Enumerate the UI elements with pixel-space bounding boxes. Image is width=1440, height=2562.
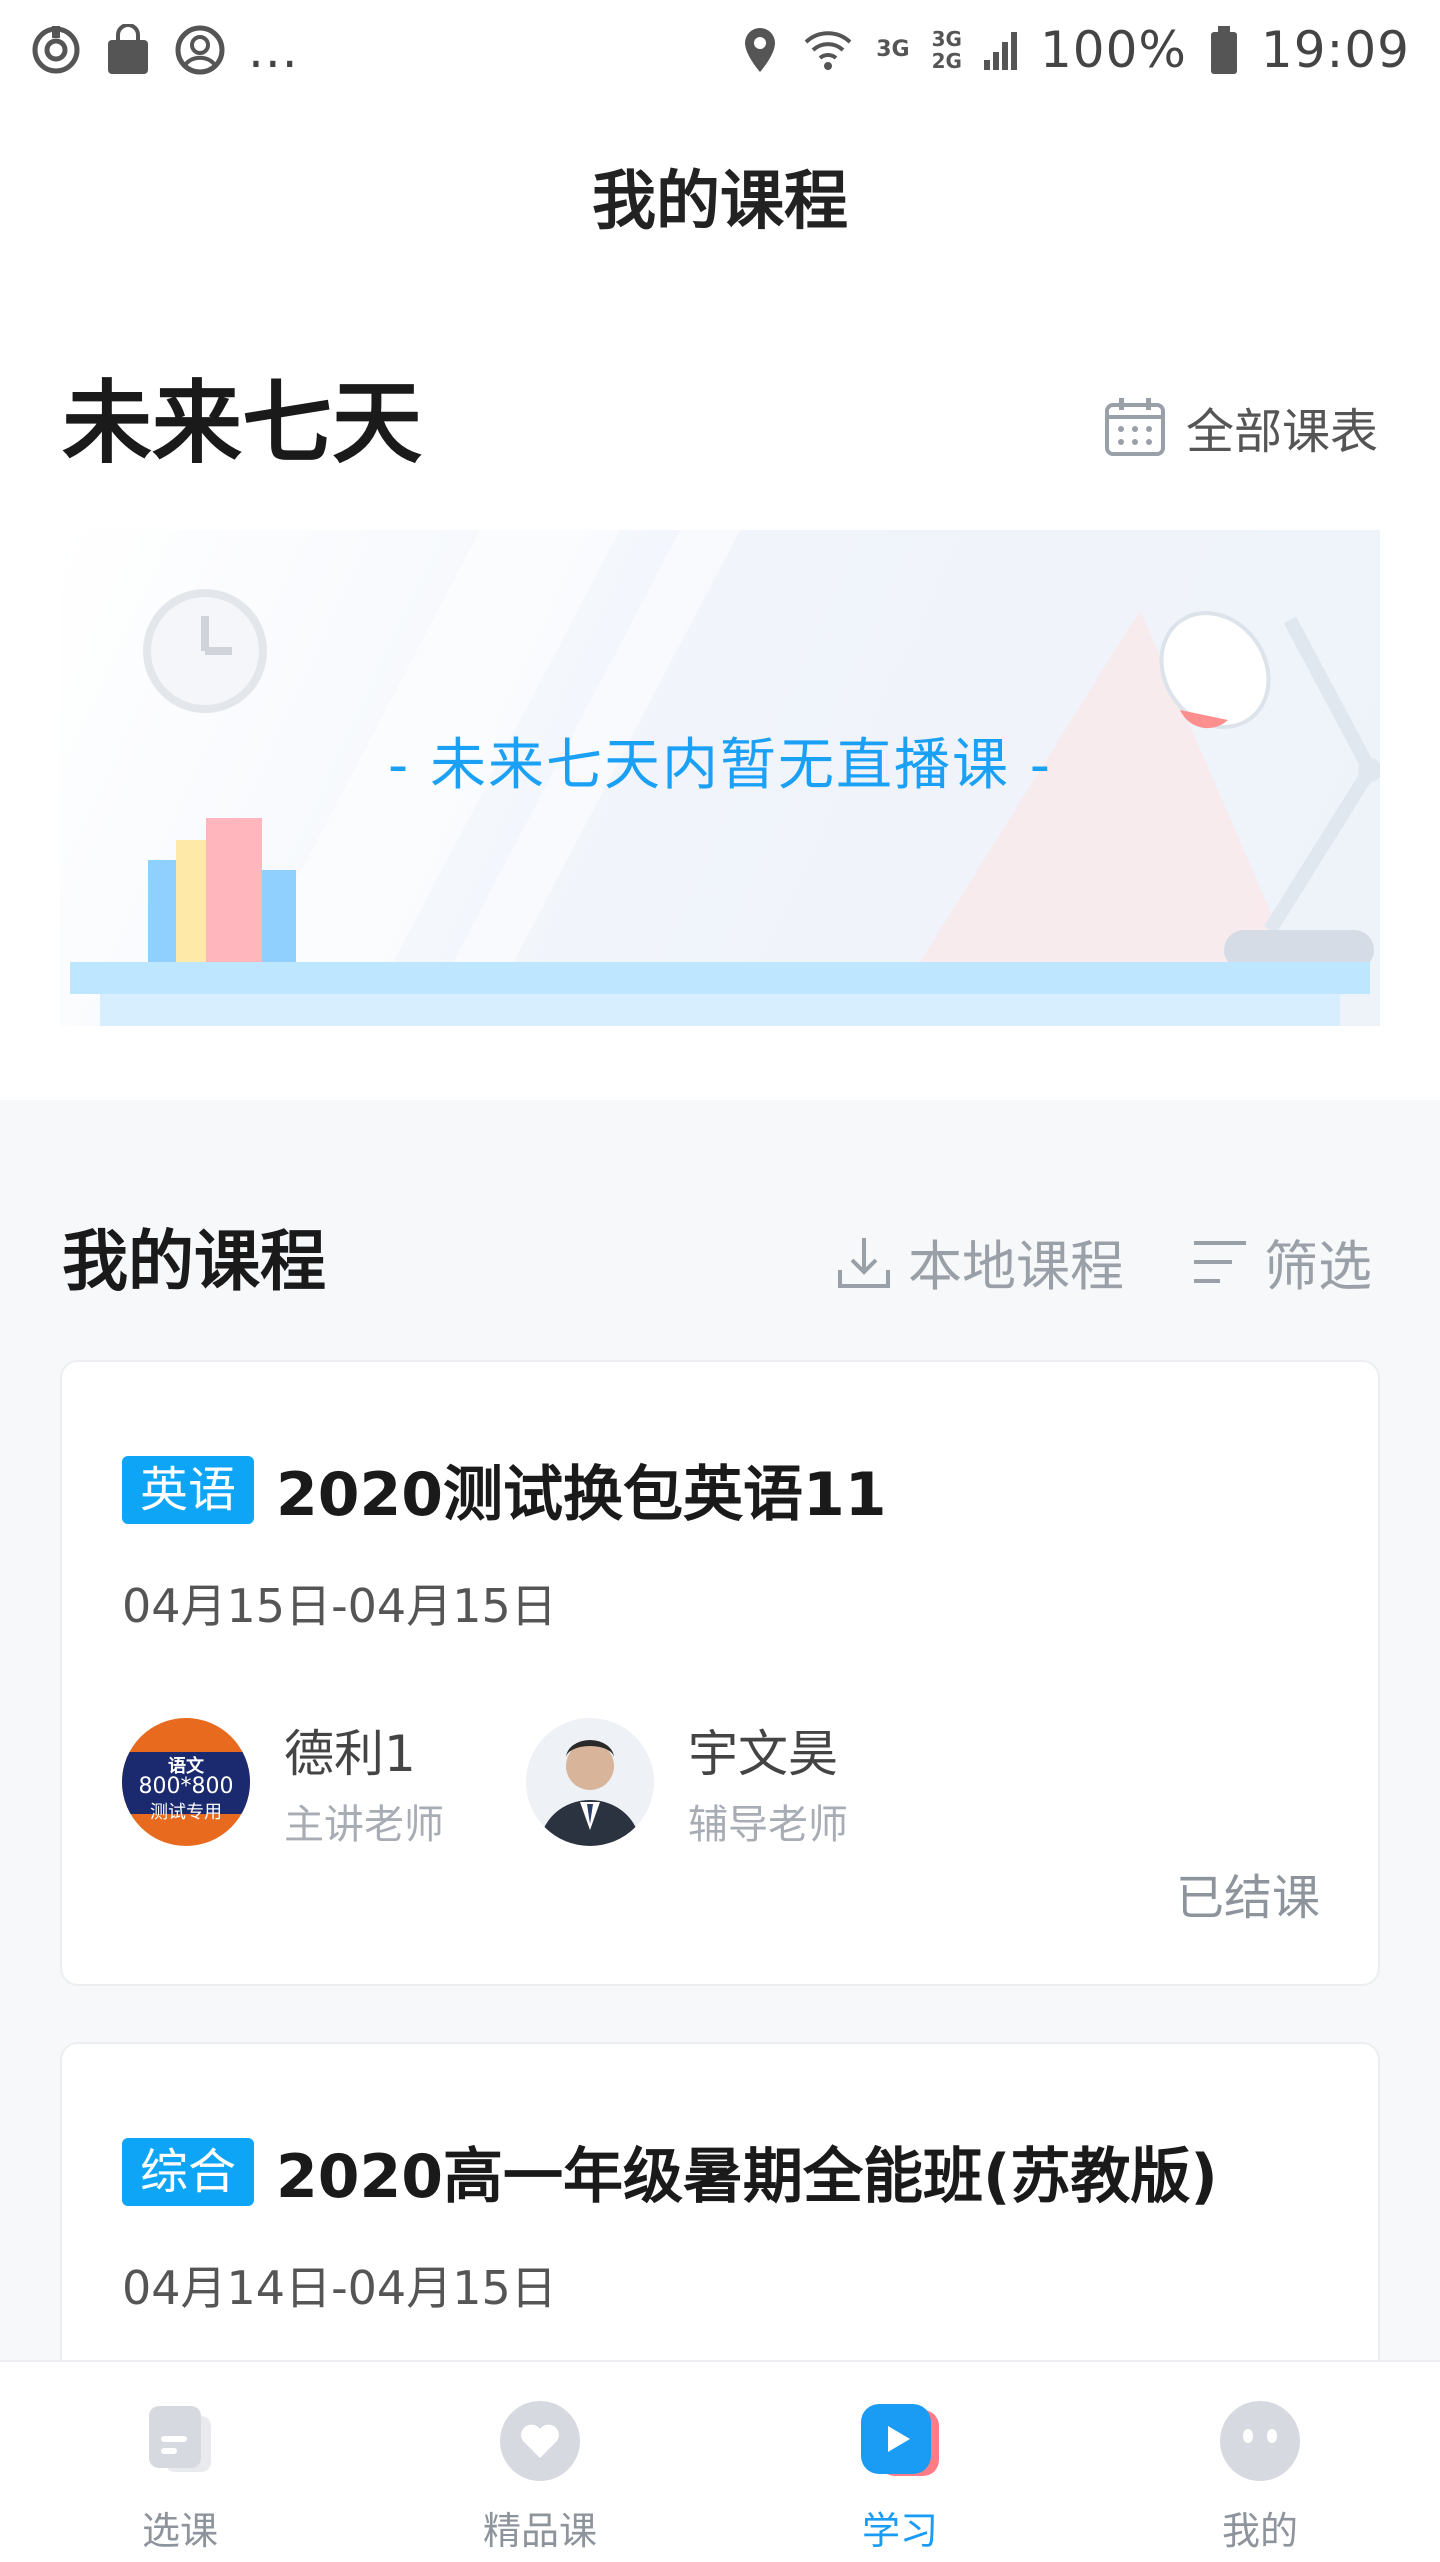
course-title: 2020测试换包英语11	[276, 1460, 887, 1530]
filter-icon	[1194, 1240, 1246, 1283]
teacher-role: 主讲老师	[284, 1802, 444, 1848]
teacher-info: 宇文昊 辅导老师	[688, 1714, 848, 1850]
teacher-tutor: 宇文昊 辅导老师	[526, 1714, 848, 1850]
avatar	[526, 1718, 654, 1846]
filter-label: 筛选	[1264, 1235, 1372, 1298]
download-icon	[838, 1237, 890, 1288]
course-status: 已结课	[1175, 1870, 1320, 1926]
upcoming-heading: 未来七天	[62, 371, 422, 476]
course-title: 2020高一年级暑期全能班(苏教版)	[276, 2142, 1218, 2212]
network-type-1: 3G	[876, 37, 910, 62]
nav-item-premium[interactable]: 精品课	[360, 2362, 720, 2562]
filter-button[interactable]: 筛选	[1192, 1222, 1372, 1301]
account-icon	[175, 25, 225, 75]
nav-item-study[interactable]: 学习	[720, 2362, 1080, 2562]
subject-badge: 英语	[122, 1455, 255, 1524]
course-date-range: 04月14日-04月15日	[122, 2261, 557, 2315]
desk-top	[70, 962, 1370, 994]
teacher-info: 德利1 主讲老师	[284, 1714, 444, 1850]
books-illustration-icon	[148, 818, 296, 968]
course-card[interactable]: 英语 2020测试换包英语11 04月15日-04月15日 语文 800*800…	[60, 1360, 1380, 1986]
course-date-range: 04月15日-04月15日	[122, 1579, 557, 1633]
avatar-caption-3: 测试专用	[150, 1802, 222, 1823]
bottom-navigation: 选课 精品课 学习 我的	[0, 2360, 1440, 2562]
empty-schedule-message: - 未来七天内暂无直播课 -	[387, 733, 1052, 798]
my-courses-heading: 我的课程	[62, 1223, 326, 1300]
status-bar: ... 3G 3G 2G 100% 19:09	[0, 0, 1440, 100]
avatar: 语文 800*800 测试专用	[122, 1718, 250, 1846]
nav-label: 学习	[861, 2509, 938, 2553]
sync-icon	[32, 26, 80, 74]
location-icon	[745, 28, 776, 72]
course-title-row: 英语 2020测试换包英语11	[122, 1446, 887, 1533]
battery-percent: 100%	[1039, 21, 1187, 79]
empty-schedule-banner: - 未来七天内暂无直播课 -	[60, 530, 1380, 1026]
nav-label: 选课	[141, 2509, 218, 2553]
calendar-icon	[1104, 398, 1165, 456]
subject-badge: 综合	[122, 2137, 255, 2206]
teacher-name: 宇文昊	[688, 1725, 838, 1783]
all-schedule-label: 全部课表	[1185, 404, 1378, 460]
avatar-caption-2: 800*800	[138, 1774, 234, 1799]
all-schedule-link[interactable]: 全部课表	[1104, 392, 1378, 462]
clock: 19:09	[1260, 21, 1410, 79]
person-photo	[540, 1740, 640, 1846]
play-icon	[861, 2404, 939, 2476]
bag-icon	[108, 24, 148, 74]
nav-item-mine[interactable]: 我的	[1080, 2362, 1440, 2562]
course-title-row: 综合 2020高一年级暑期全能班(苏教版)	[122, 2128, 1218, 2215]
nav-item-course-select[interactable]: 选课	[0, 2362, 360, 2562]
wifi-icon	[804, 31, 852, 70]
signal-icon	[983, 32, 1017, 70]
more-indicator: ...	[248, 21, 299, 79]
face-icon	[1220, 2401, 1300, 2481]
clock-illustration-icon	[143, 589, 267, 713]
course-select-icon	[149, 2406, 211, 2472]
teacher-name: 德利1	[284, 1725, 416, 1783]
local-courses-button[interactable]: 本地课程	[836, 1222, 1124, 1301]
battery-icon	[1210, 26, 1237, 74]
local-courses-label: 本地课程	[908, 1235, 1124, 1298]
teacher-role: 辅导老师	[688, 1802, 848, 1848]
nav-label: 我的	[1221, 2509, 1298, 2553]
page-title: 我的课程	[592, 165, 848, 239]
teacher-main: 语文 800*800 测试专用 德利1 主讲老师	[122, 1714, 444, 1850]
network-type-2: 3G 2G	[931, 27, 962, 73]
nav-label: 精品课	[482, 2509, 597, 2553]
heart-icon	[500, 2401, 580, 2481]
desk-bottom	[100, 994, 1340, 1026]
